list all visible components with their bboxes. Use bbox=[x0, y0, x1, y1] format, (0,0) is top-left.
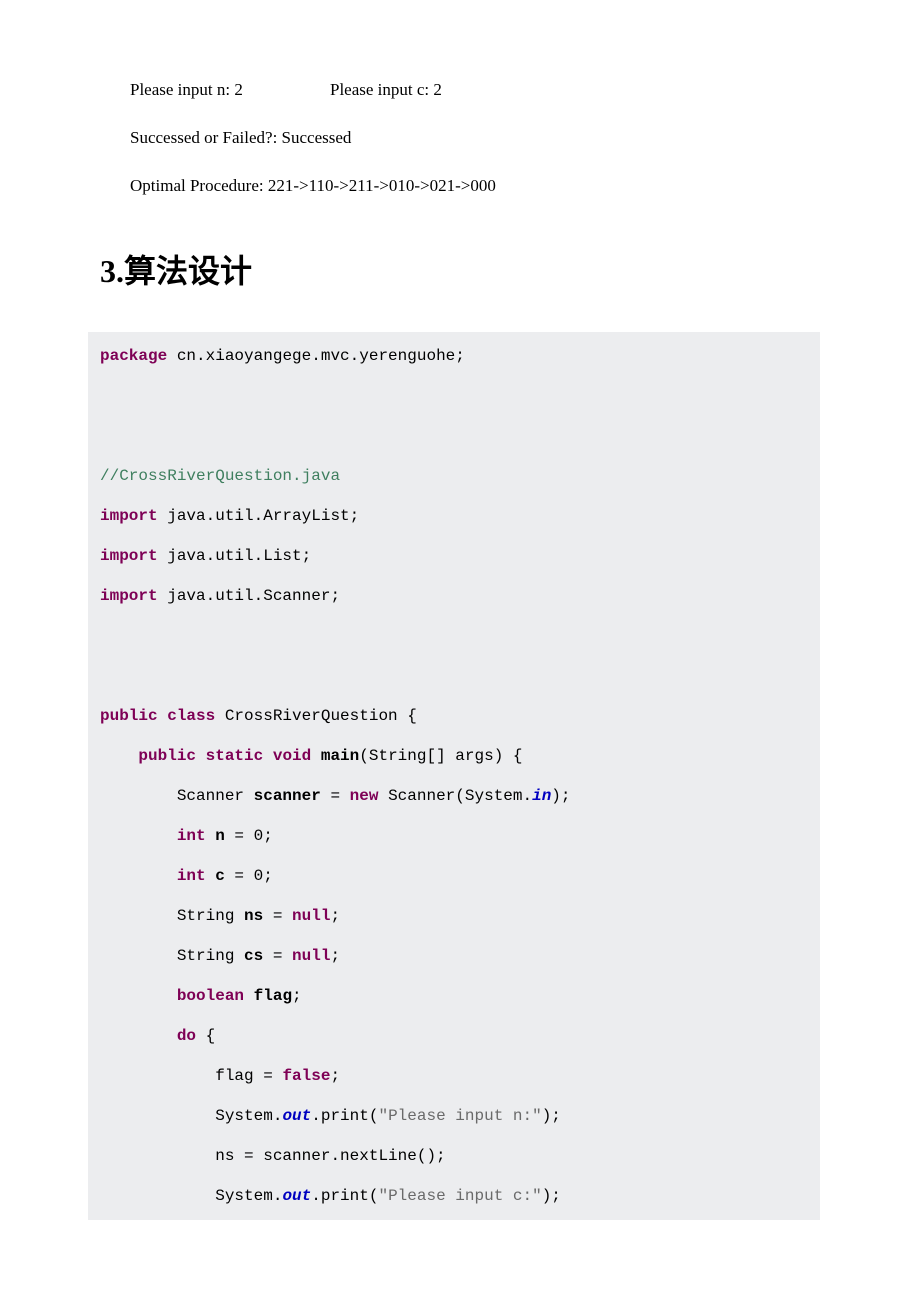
code-line: ns = scanner.nextLine(); bbox=[88, 1136, 820, 1176]
output-line-3: Optimal Procedure: 221->110->211->010->0… bbox=[100, 176, 820, 196]
code-line: int c = 0; bbox=[88, 856, 820, 896]
output-n: Please input n: 2 bbox=[130, 80, 330, 100]
output-c: Please input c: 2 bbox=[330, 80, 442, 100]
output-line-1: Please input n: 2 Please input c: 2 bbox=[100, 80, 820, 100]
code-line: import java.util.Scanner; bbox=[88, 576, 820, 616]
code-line: boolean flag; bbox=[88, 976, 820, 1016]
code-line: System.out.print("Please input c:"); bbox=[88, 1176, 820, 1216]
code-line: int n = 0; bbox=[88, 816, 820, 856]
code-block: package cn.xiaoyangege.mvc.yerenguohe; /… bbox=[88, 332, 820, 1220]
code-line: package cn.xiaoyangege.mvc.yerenguohe; bbox=[88, 336, 820, 376]
code-line-blank bbox=[88, 376, 820, 416]
code-line: System.out.print("Please input n:"); bbox=[88, 1096, 820, 1136]
output-line-2: Successed or Failed?: Successed bbox=[100, 128, 820, 148]
code-line-blank bbox=[88, 616, 820, 656]
code-line: //CrossRiverQuestion.java bbox=[88, 456, 820, 496]
code-line: String ns = null; bbox=[88, 896, 820, 936]
code-line: flag = false; bbox=[88, 1056, 820, 1096]
section-heading: 3.算法设计 bbox=[100, 246, 820, 292]
code-line: Scanner scanner = new Scanner(System.in)… bbox=[88, 776, 820, 816]
code-line-blank bbox=[88, 416, 820, 456]
code-line: import java.util.ArrayList; bbox=[88, 496, 820, 536]
code-line: import java.util.List; bbox=[88, 536, 820, 576]
code-line: do { bbox=[88, 1016, 820, 1056]
code-line: public class CrossRiverQuestion { bbox=[88, 696, 820, 736]
code-line-blank bbox=[88, 656, 820, 696]
code-line: public static void main(String[] args) { bbox=[88, 736, 820, 776]
document-page: Please input n: 2 Please input c: 2 Succ… bbox=[0, 0, 920, 1260]
code-line: String cs = null; bbox=[88, 936, 820, 976]
